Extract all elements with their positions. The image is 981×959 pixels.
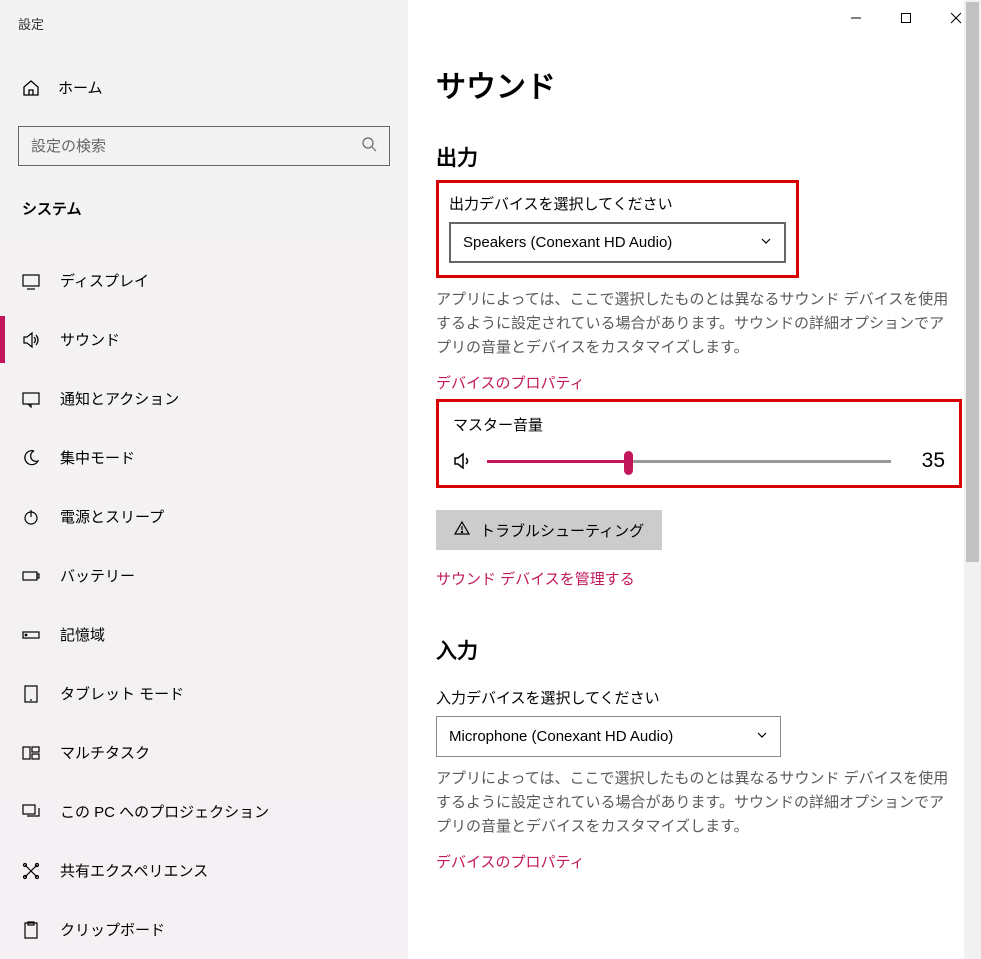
sidebar-item-label: 記憶域	[60, 624, 105, 645]
sidebar-item-label: 電源とスリープ	[60, 506, 164, 527]
input-device-dropdown[interactable]: Microphone (Conexant HD Audio)	[436, 716, 781, 757]
sidebar-item-label: タブレット モード	[60, 683, 184, 704]
window-title: 設定	[0, 0, 408, 33]
page-title: サウンド	[436, 0, 961, 106]
share-icon	[22, 862, 40, 880]
home-link[interactable]: ホーム	[0, 33, 408, 108]
troubleshoot-label: トラブルシューティング	[480, 520, 644, 541]
master-volume-label: マスター音量	[453, 414, 945, 435]
volume-slider[interactable]	[487, 460, 891, 463]
moon-icon	[22, 449, 40, 467]
output-choose-label: 出力デバイスを選択してください	[449, 193, 786, 214]
sidebar-item-label: ディスプレイ	[60, 270, 149, 291]
sidebar-item-label: 共有エクスペリエンス	[60, 860, 208, 881]
sidebar-item-label: バッテリー	[60, 565, 135, 586]
slider-thumb[interactable]	[624, 451, 633, 475]
sidebar-item-focus[interactable]: 集中モード	[0, 428, 408, 487]
multitask-icon	[22, 744, 40, 762]
output-device-properties-link[interactable]: デバイスのプロパティ	[436, 372, 961, 393]
input-heading: 入力	[436, 635, 961, 665]
tablet-icon	[22, 685, 40, 703]
sidebar-item-notifications[interactable]: 通知とアクション	[0, 369, 408, 428]
sidebar-item-label: 集中モード	[60, 447, 135, 468]
clipboard-icon	[22, 921, 40, 939]
input-device-value: Microphone (Conexant HD Audio)	[449, 728, 673, 745]
sidebar-item-clipboard[interactable]: クリップボード	[0, 900, 408, 959]
battery-icon	[22, 567, 40, 585]
output-device-value: Speakers (Conexant HD Audio)	[463, 234, 672, 251]
search-input[interactable]	[18, 126, 390, 166]
display-icon	[22, 272, 40, 290]
troubleshoot-button[interactable]: トラブルシューティング	[436, 510, 662, 550]
sidebar-item-multitask[interactable]: マルチタスク	[0, 723, 408, 782]
sidebar-item-label: クリップボード	[60, 919, 165, 940]
sidebar-item-tablet[interactable]: タブレット モード	[0, 664, 408, 723]
main-content: サウンド 出力 出力デバイスを選択してください Speakers (Conexa…	[408, 0, 981, 959]
chevron-down-icon	[760, 234, 772, 251]
storage-icon	[22, 626, 40, 644]
projection-icon	[22, 803, 40, 821]
sidebar-item-shared[interactable]: 共有エクスペリエンス	[0, 841, 408, 900]
sidebar-item-display[interactable]: ディスプレイ	[0, 251, 408, 310]
sidebar-item-label: この PC へのプロジェクション	[60, 801, 269, 822]
master-volume-highlight: マスター音量 35	[436, 399, 962, 488]
power-icon	[22, 508, 40, 526]
sidebar-item-sound[interactable]: サウンド	[0, 310, 408, 369]
home-icon	[22, 79, 40, 97]
output-device-dropdown[interactable]: Speakers (Conexant HD Audio)	[449, 222, 786, 263]
sidebar-item-projection[interactable]: この PC へのプロジェクション	[0, 782, 408, 841]
search-field[interactable]	[31, 138, 361, 155]
input-note: アプリによっては、ここで選択したものとは異なるサウンド デバイスを使用するように…	[436, 767, 956, 839]
output-heading: 出力	[436, 142, 961, 172]
category-heading: システム	[0, 166, 408, 237]
output-device-highlight: 出力デバイスを選択してください Speakers (Conexant HD Au…	[436, 180, 799, 278]
input-device-properties-link[interactable]: デバイスのプロパティ	[436, 851, 961, 872]
chevron-down-icon	[756, 728, 768, 745]
sound-icon	[22, 331, 40, 349]
search-icon	[361, 136, 377, 156]
sidebar-item-battery[interactable]: バッテリー	[0, 546, 408, 605]
sidebar: 設定 ホーム システム ディスプレイ サウンド	[0, 0, 408, 959]
sidebar-item-storage[interactable]: 記憶域	[0, 605, 408, 664]
notification-icon	[22, 390, 40, 408]
nav-list: ディスプレイ サウンド 通知とアクション 集中モード 電源とスリープ バッテリー	[0, 237, 408, 959]
manage-sound-devices-link[interactable]: サウンド デバイスを管理する	[436, 568, 961, 589]
scrollbar-thumb[interactable]	[966, 2, 979, 562]
scrollbar[interactable]	[964, 0, 981, 959]
home-label: ホーム	[58, 77, 103, 98]
input-choose-label: 入力デバイスを選択してください	[436, 687, 961, 708]
sidebar-item-label: 通知とアクション	[60, 388, 179, 409]
volume-value: 35	[905, 449, 945, 473]
sidebar-item-label: サウンド	[60, 329, 120, 350]
sidebar-item-power[interactable]: 電源とスリープ	[0, 487, 408, 546]
volume-icon	[453, 451, 473, 471]
output-note: アプリによっては、ここで選択したものとは異なるサウンド デバイスを使用するように…	[436, 288, 956, 360]
sidebar-item-label: マルチタスク	[60, 742, 150, 763]
warning-icon	[454, 520, 470, 540]
